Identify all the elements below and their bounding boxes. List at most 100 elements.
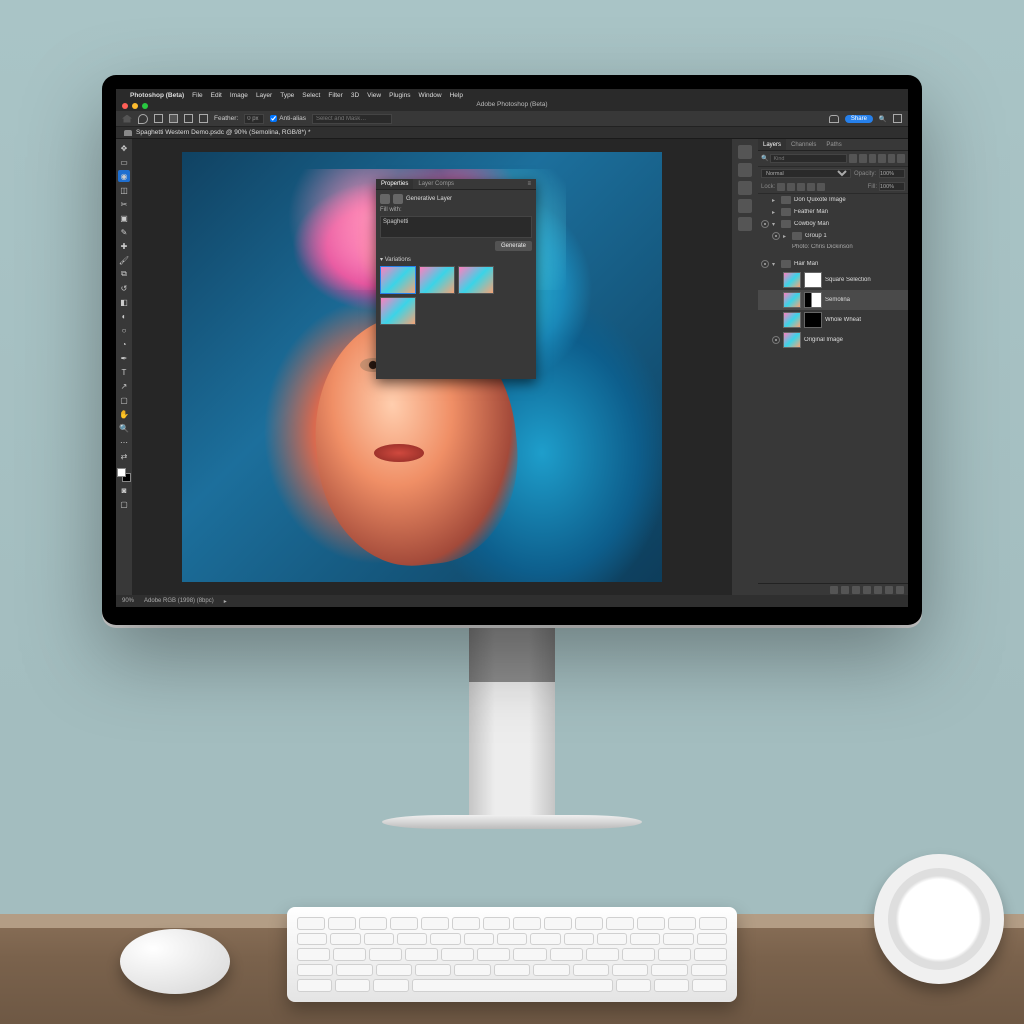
- blend-mode-select[interactable]: Normal: [761, 169, 851, 178]
- link-layers-icon[interactable]: [830, 586, 838, 594]
- visibility-icon[interactable]: [772, 232, 780, 240]
- shape-tool-icon[interactable]: ▢: [118, 394, 130, 406]
- select-mode-add-icon[interactable]: [169, 114, 178, 123]
- menu-view[interactable]: View: [367, 92, 381, 99]
- select-mode-new-icon[interactable]: [154, 114, 163, 123]
- cloud-docs-icon[interactable]: [829, 115, 839, 123]
- tab-properties[interactable]: Properties: [376, 179, 413, 189]
- eyedropper-tool-icon[interactable]: ✎: [118, 226, 130, 238]
- filter-shape-icon[interactable]: [878, 154, 886, 163]
- layer-style-icon[interactable]: [841, 586, 849, 594]
- menu-layer[interactable]: Layer: [256, 92, 272, 99]
- feather-input[interactable]: [244, 114, 264, 124]
- tab-layer-comps[interactable]: Layer Comps: [413, 179, 459, 189]
- filter-adjust-icon[interactable]: [859, 154, 867, 163]
- healing-tool-icon[interactable]: ✚: [118, 240, 130, 252]
- menu-help[interactable]: Help: [450, 92, 463, 99]
- menu-3d[interactable]: 3D: [351, 92, 359, 99]
- generate-button[interactable]: Generate: [495, 241, 532, 251]
- minimize-icon[interactable]: [132, 103, 138, 109]
- panel-menu-icon[interactable]: ≡: [522, 179, 536, 189]
- hand-tool-icon[interactable]: ✋: [118, 408, 130, 420]
- gradient-tool-icon[interactable]: ◐: [118, 310, 130, 322]
- tab-channels[interactable]: Channels: [786, 139, 821, 150]
- blur-tool-icon[interactable]: ○: [118, 324, 130, 336]
- layer-mask-icon[interactable]: [852, 586, 860, 594]
- lasso-icon[interactable]: [138, 114, 148, 124]
- frame-tool-icon[interactable]: ▣: [118, 212, 130, 224]
- layer-group[interactable]: ▸ Group 1: [758, 230, 908, 242]
- delete-layer-icon[interactable]: [896, 586, 904, 594]
- zoom-level[interactable]: 90%: [122, 598, 134, 604]
- variation-thumb[interactable]: [380, 297, 416, 325]
- eraser-tool-icon[interactable]: ◧: [118, 296, 130, 308]
- select-mode-subtract-icon[interactable]: [184, 114, 193, 123]
- document-tab[interactable]: Spaghetti Western Demo.psdc @ 90% (Semol…: [136, 129, 310, 136]
- variation-thumb[interactable]: [419, 266, 455, 294]
- crop-tool-icon[interactable]: ✂: [118, 198, 130, 210]
- layer-group[interactable]: ▸ Feather Man: [758, 206, 908, 218]
- chevron-down-icon[interactable]: ▾: [772, 261, 778, 268]
- screenmode-icon[interactable]: ▢: [118, 498, 130, 510]
- pen-tool-icon[interactable]: ✒: [118, 352, 130, 364]
- edit-toolbar-icon[interactable]: ⇄: [118, 450, 130, 462]
- menu-edit[interactable]: Edit: [211, 92, 222, 99]
- color-swatches[interactable]: [117, 468, 131, 482]
- menu-file[interactable]: File: [192, 92, 202, 99]
- path-tool-icon[interactable]: ↗: [118, 380, 130, 392]
- visibility-icon[interactable]: [761, 260, 769, 268]
- lock-pixels-icon[interactable]: [787, 183, 795, 191]
- chevron-down-icon[interactable]: ▾: [772, 221, 778, 228]
- share-button[interactable]: Share: [845, 115, 873, 123]
- lock-transparency-icon[interactable]: [777, 183, 785, 191]
- color-profile[interactable]: Adobe RGB (1998) (8bpc): [144, 598, 214, 604]
- move-tool-icon[interactable]: ✥: [118, 142, 130, 154]
- new-adjustment-icon[interactable]: [863, 586, 871, 594]
- variation-thumb[interactable]: [380, 266, 416, 294]
- generative-prompt-input[interactable]: Spaghetti: [380, 216, 532, 238]
- chevron-right-icon[interactable]: ▸: [772, 197, 778, 204]
- lasso-tool-icon[interactable]: ◉: [118, 170, 130, 182]
- contextual-task-input[interactable]: [312, 114, 392, 124]
- layer-item[interactable]: Whole Wheat: [758, 310, 908, 330]
- more-tools-icon[interactable]: ⋯: [118, 436, 130, 448]
- object-select-tool-icon[interactable]: ◫: [118, 184, 130, 196]
- marquee-tool-icon[interactable]: ▭: [118, 156, 130, 168]
- home-icon[interactable]: [122, 115, 132, 123]
- new-layer-icon[interactable]: [885, 586, 893, 594]
- workspace-icon[interactable]: [893, 114, 902, 123]
- filter-smart-icon[interactable]: [888, 154, 896, 163]
- quickmask-icon[interactable]: ◙: [118, 484, 130, 496]
- layer-mask[interactable]: [804, 272, 822, 288]
- layer-item[interactable]: Semolina: [758, 290, 908, 310]
- menu-filter[interactable]: Filter: [328, 92, 342, 99]
- stamp-tool-icon[interactable]: ⧉: [118, 268, 130, 280]
- layer-group[interactable]: ▸ Don Quixote Image: [758, 194, 908, 206]
- opacity-input[interactable]: [879, 169, 905, 178]
- layer-item[interactable]: Square Selection: [758, 270, 908, 290]
- adjustments-panel-icon[interactable]: [738, 199, 752, 213]
- menu-select[interactable]: Select: [302, 92, 320, 99]
- search-icon[interactable]: 🔍: [879, 115, 887, 123]
- menu-type[interactable]: Type: [280, 92, 294, 99]
- maximize-icon[interactable]: [142, 103, 148, 109]
- chevron-right-icon[interactable]: ▸: [783, 233, 789, 240]
- menu-plugins[interactable]: Plugins: [389, 92, 410, 99]
- menu-image[interactable]: Image: [230, 92, 248, 99]
- dodge-tool-icon[interactable]: ◔: [118, 338, 130, 350]
- color-panel-icon[interactable]: [738, 145, 752, 159]
- fill-input[interactable]: [879, 182, 905, 191]
- close-icon[interactable]: [122, 103, 128, 109]
- visibility-icon[interactable]: [772, 336, 780, 344]
- new-group-icon[interactable]: [874, 586, 882, 594]
- type-tool-icon[interactable]: T: [118, 366, 130, 378]
- lock-position-icon[interactable]: [797, 183, 805, 191]
- history-panel-icon[interactable]: [738, 217, 752, 231]
- layer-group[interactable]: ▾ Cowboy Man: [758, 218, 908, 230]
- canvas-area[interactable]: Properties Layer Comps ≡ Generative Laye…: [132, 139, 732, 595]
- history-brush-tool-icon[interactable]: ↺: [118, 282, 130, 294]
- filter-pixel-icon[interactable]: [849, 154, 857, 163]
- tab-layers[interactable]: Layers: [758, 139, 786, 150]
- zoom-tool-icon[interactable]: 🔍: [118, 422, 130, 434]
- swatches-panel-icon[interactable]: [738, 163, 752, 177]
